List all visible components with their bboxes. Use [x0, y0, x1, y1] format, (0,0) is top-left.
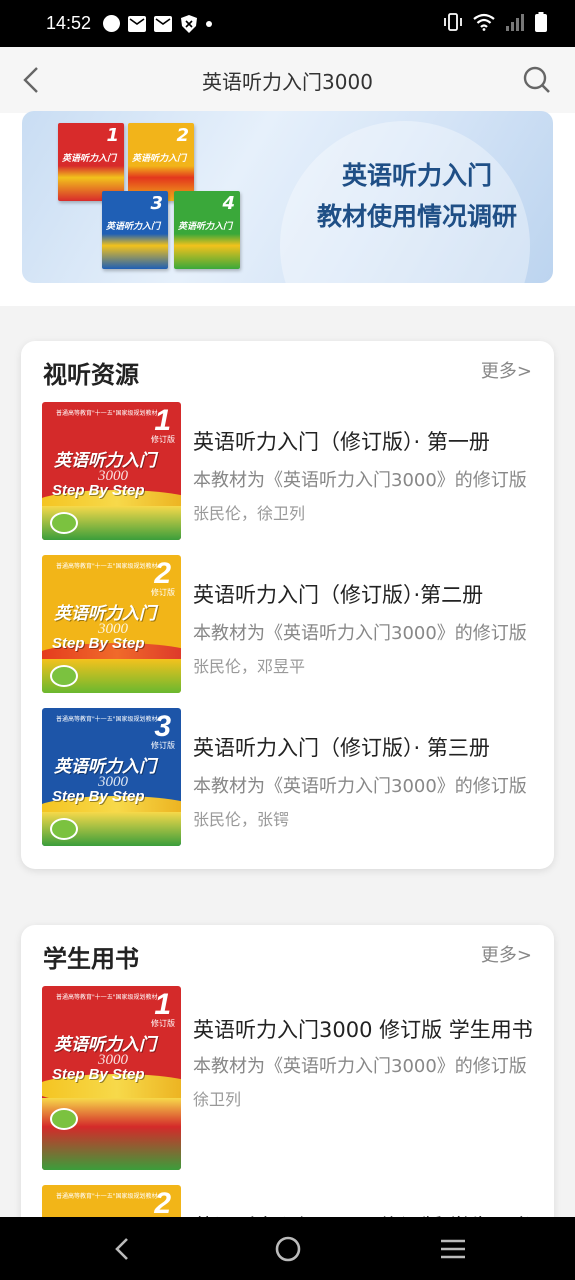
book-cover: 普通高等教育"十一五"国家级规划教材 1 修订版 英语听力入门 3000 Ste… [42, 986, 181, 1170]
circle-home-icon [275, 1236, 301, 1262]
book-description: 本教材为《英语听力入门3000》的修订版 [193, 623, 527, 644]
section-title: 视听资源 [43, 361, 139, 389]
banner-book-3: 3 英语听力入门 [102, 191, 168, 269]
clock-app-icon [103, 15, 121, 32]
banner-book-2: 2 英语听力入门 [128, 123, 194, 201]
book-author: 张民伦，邓昱平 [193, 657, 306, 676]
banner-book-1: 1 英语听力入门 [58, 123, 124, 201]
list-item[interactable]: 普通高等教育"十一五"国家级规划教材 1 修订版 英语听力入门 3000 Ste… [42, 402, 542, 540]
book-description: 本教材为《英语听力入门3000》的修订版 [193, 776, 527, 797]
page-title: 英语听力入门3000 [202, 69, 373, 94]
book-title: 英语听力入门（修订版）· 第一册 [193, 430, 490, 454]
book-title: 英语听力入门（修订版）· 第三册 [193, 736, 490, 760]
banner-line-1: 英语听力入门 [341, 161, 492, 190]
banner-text: 英语听力入门 教材使用情况调研 [292, 155, 542, 237]
book-description: 本教材为《英语听力入门3000》的修订版 [193, 470, 527, 491]
status-bar: 14:52 [0, 0, 575, 47]
section-title: 学生用书 [43, 945, 139, 973]
status-icons-right [443, 11, 547, 36]
signal-icon [505, 13, 525, 35]
mail-icon [154, 15, 173, 33]
nav-back-button[interactable] [104, 1231, 140, 1267]
student-books-card: 学生用书 更多> 普通高等教育"十一五"国家级规划教材 1 修订版 英语听力入门… [21, 925, 554, 1280]
book-author: 徐卫列 [193, 1090, 242, 1109]
triangle-back-icon [115, 1238, 128, 1260]
book-title: 英语听力入门（修订版）·第二册 [193, 583, 484, 607]
nav-home-button[interactable] [270, 1231, 306, 1267]
app-screen: 14:52 英语听力入门3000 1 英语听力入门 2 英语听力入门 3 英语听… [0, 0, 575, 1280]
book-cover: 普通高等教育"十一五"国家级规划教材 3 修订版 英语听力入门 3000 Ste… [42, 708, 181, 846]
book-author: 张民伦，徐卫列 [193, 504, 306, 523]
banner-section: 1 英语听力入门 2 英语听力入门 3 英语听力入门 4 英语听力入门 英语听力… [0, 111, 575, 306]
list-item[interactable]: 普通高等教育"十一五"国家级规划教材 1 修订版 英语听力入门 3000 Ste… [42, 986, 542, 1170]
app-header: 英语听力入门3000 [0, 47, 575, 113]
back-button[interactable] [14, 63, 48, 97]
banner-line-2: 教材使用情况调研 [316, 202, 517, 231]
vibrate-icon [443, 12, 463, 35]
wifi-icon [473, 13, 495, 35]
book-cover: 普通高等教育"十一五"国家级规划教材 1 修订版 英语听力入门 3000 Ste… [42, 402, 181, 540]
search-icon [523, 66, 550, 93]
book-cover: 普通高等教育"十一五"国家级规划教材 2 修订版 英语听力入门 3000 Ste… [42, 555, 181, 693]
hamburger-menu-icon [441, 1239, 465, 1259]
shield-icon [180, 14, 198, 33]
search-button[interactable] [519, 62, 555, 98]
dot-icon [206, 20, 213, 27]
status-time: 14:52 [46, 13, 92, 33]
survey-banner[interactable]: 1 英语听力入门 2 英语听力入门 3 英语听力入门 4 英语听力入门 英语听力… [22, 111, 553, 283]
mail-icon [128, 15, 147, 33]
battery-icon [535, 11, 547, 36]
nav-menu-button[interactable] [435, 1231, 471, 1267]
status-icons-left [103, 14, 213, 33]
banner-book-4: 4 英语听力入门 [174, 191, 240, 269]
list-item[interactable]: 普通高等教育"十一五"国家级规划教材 2 修订版 英语听力入门 3000 Ste… [42, 555, 542, 693]
av-resources-card: 视听资源 更多> 普通高等教育"十一五"国家级规划教材 1 修订版 英语听力入门… [21, 341, 554, 869]
book-description: 本教材为《英语听力入门3000》的修订版 [193, 1056, 527, 1077]
list-item[interactable]: 普通高等教育"十一五"国家级规划教材 3 修订版 英语听力入门 3000 Ste… [42, 708, 542, 846]
more-link[interactable]: 更多> [481, 357, 532, 383]
system-nav-bar [0, 1217, 575, 1280]
chevron-left-icon [23, 67, 38, 93]
book-title: 英语听力入门3000 修订版 学生用书 [193, 1018, 533, 1042]
more-link[interactable]: 更多> [481, 941, 532, 967]
book-author: 张民伦，张锷 [193, 810, 290, 829]
